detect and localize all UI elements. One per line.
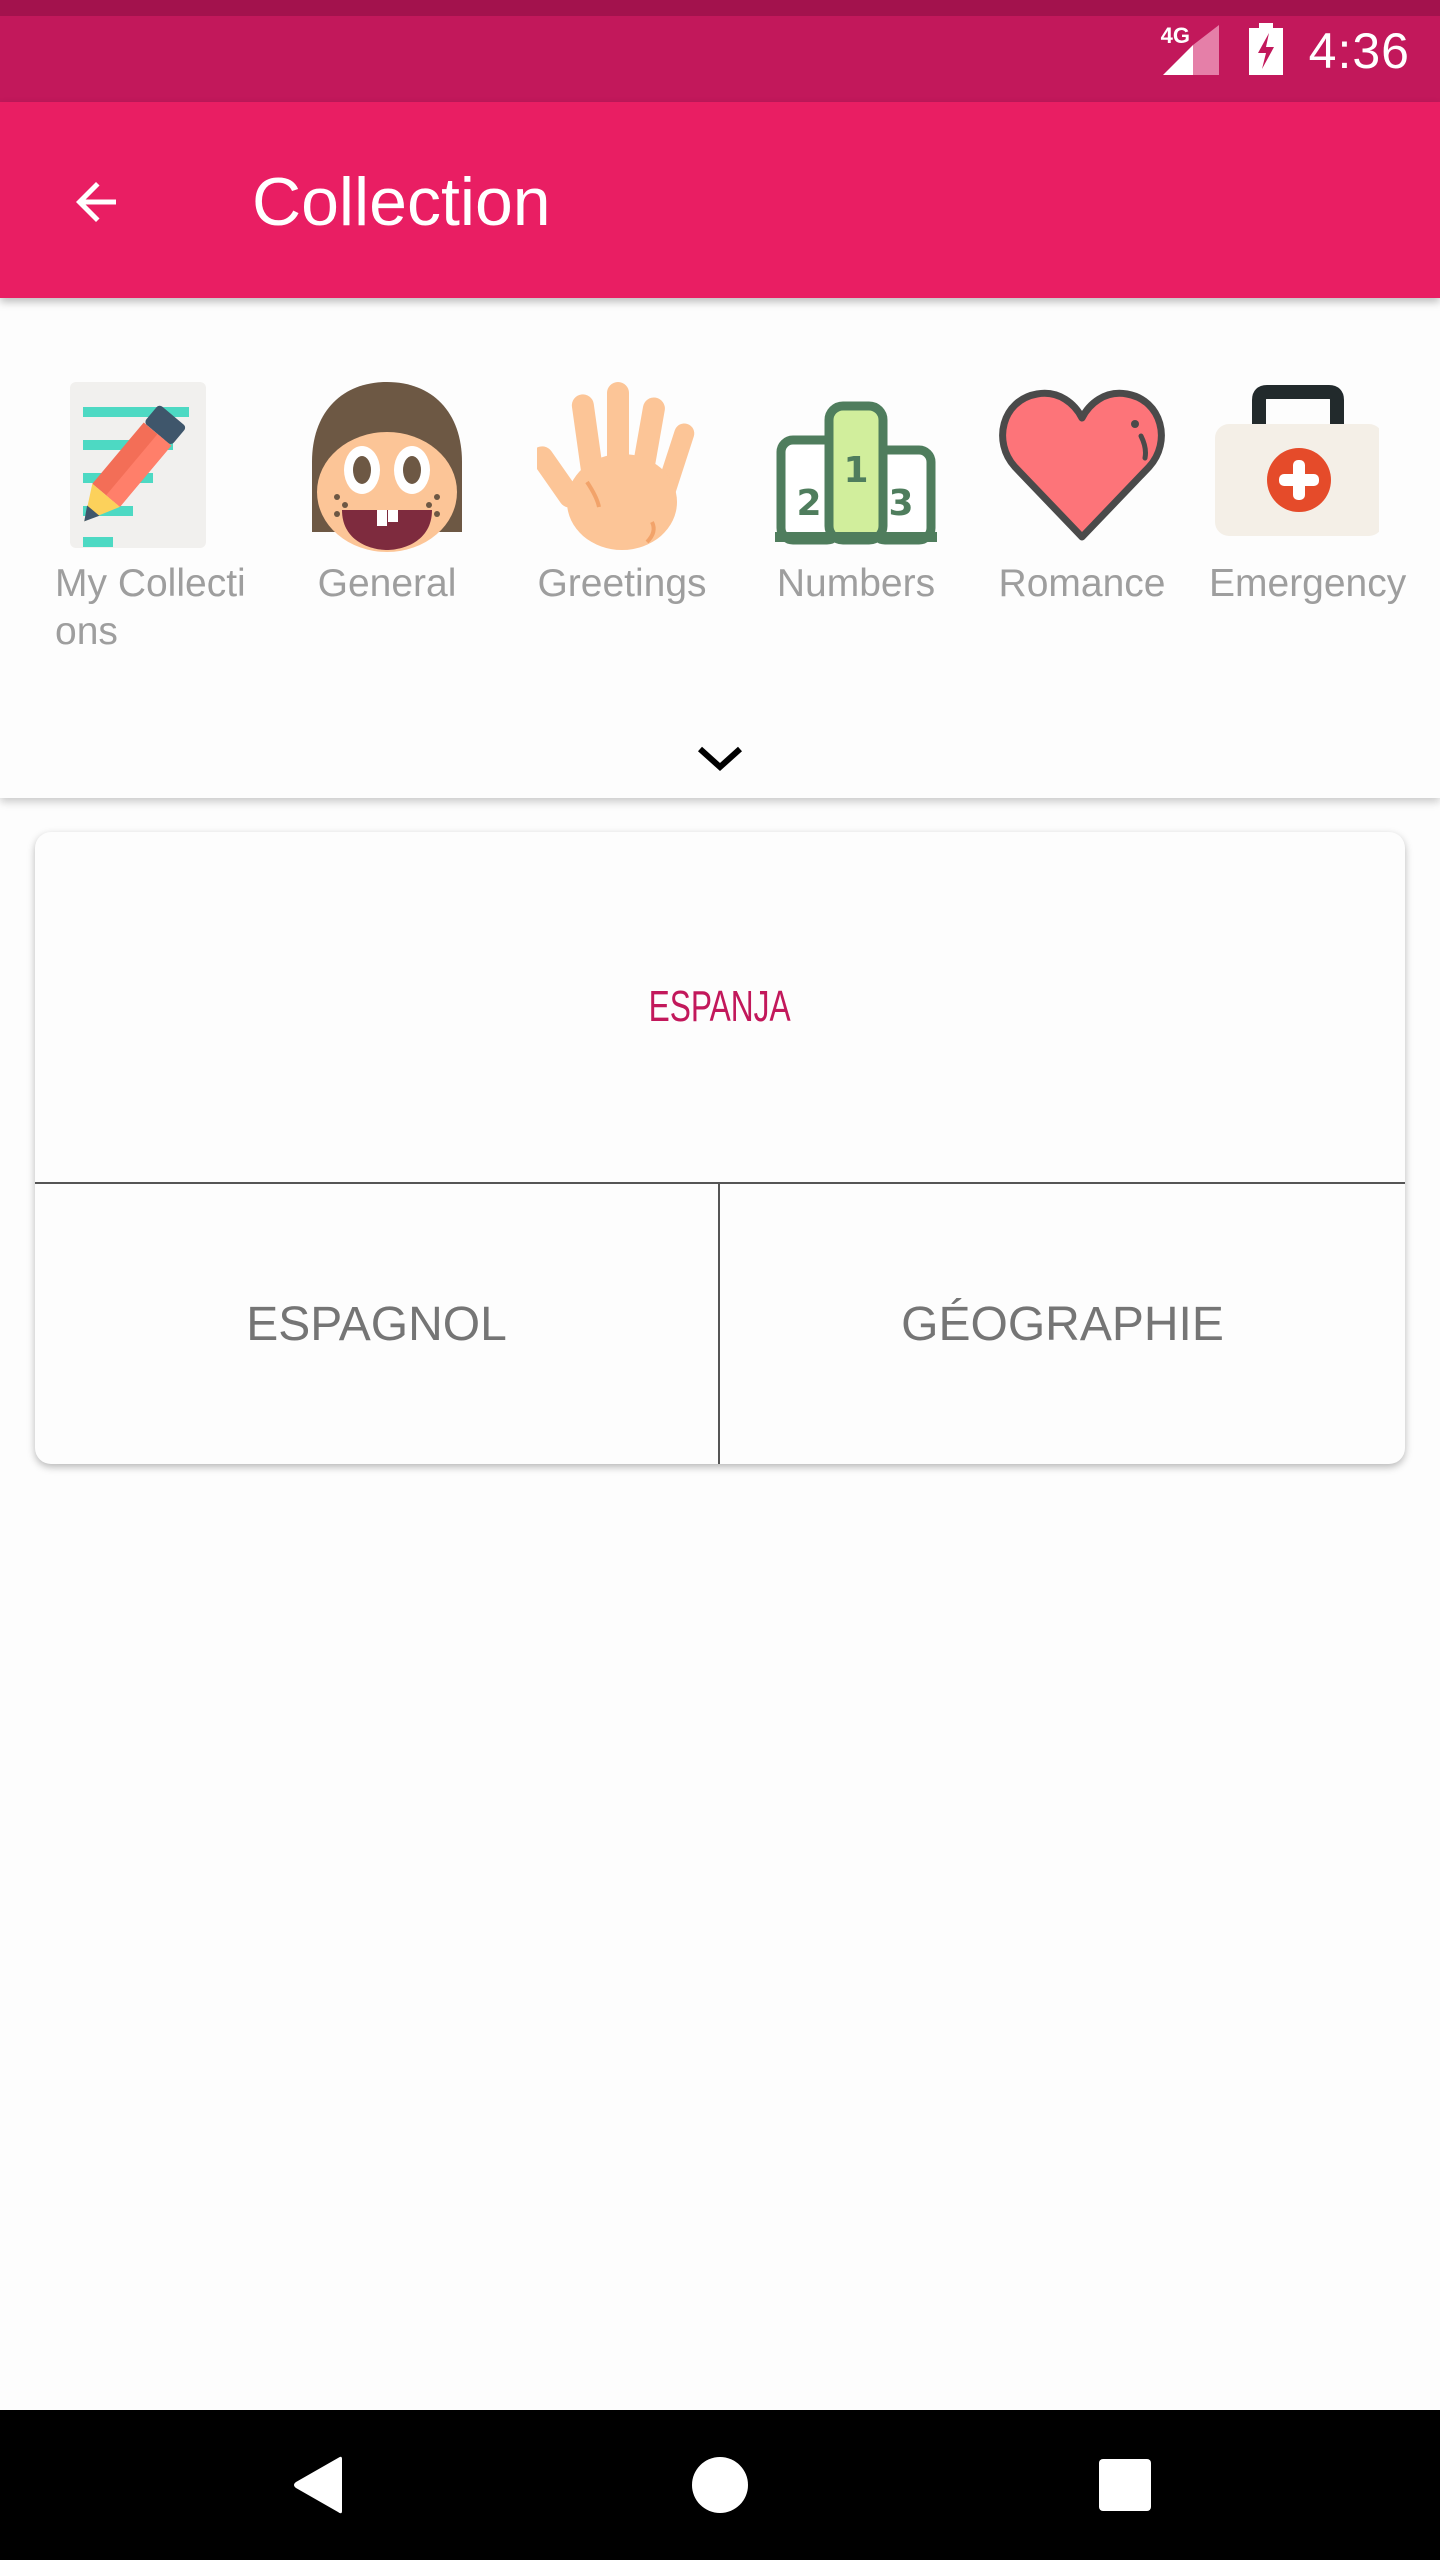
page-title: Collection (252, 164, 551, 240)
circle-home-icon (692, 2457, 748, 2513)
category-romance[interactable]: Romance (982, 382, 1182, 608)
category-label: Emergency (1209, 562, 1407, 605)
category-emergency[interactable]: Emergency (1209, 382, 1409, 608)
category-my-collections[interactable]: My Collections (55, 382, 255, 656)
back-button[interactable] (56, 162, 136, 242)
status-icons: 4G 4:36 (1160, 16, 1410, 86)
expand-categories-button[interactable] (680, 728, 760, 788)
app-bar: Collection (0, 102, 1440, 298)
answer-option[interactable]: GÉOGRAPHIE (720, 1184, 1405, 1464)
answer-option[interactable]: ESPAGNOL (35, 1184, 720, 1464)
waving-hand-icon (537, 382, 707, 552)
notes-pencil-icon (55, 382, 225, 552)
nav-recents-button[interactable] (1075, 2445, 1175, 2525)
first-aid-kit-icon (1209, 382, 1379, 552)
clock: 4:36 (1308, 23, 1410, 79)
chevron-down-icon (697, 746, 743, 772)
category-general[interactable]: General (287, 382, 487, 608)
answer-label: GÉOGRAPHIE (901, 1297, 1224, 1351)
category-greetings[interactable]: Greetings (522, 382, 722, 608)
screen: 4G 4:36 Collection My Collections Genera… (0, 0, 1440, 2560)
podium-icon: 2 1 3 (771, 382, 941, 552)
svg-text:1: 1 (843, 450, 868, 491)
category-label: My Collections (55, 562, 246, 653)
smiling-face-icon (302, 382, 472, 552)
category-numbers[interactable]: 2 1 3 Numbers (756, 382, 956, 608)
question-text: ESPANJA (648, 982, 792, 1031)
answer-label: ESPAGNOL (246, 1297, 507, 1351)
category-label: General (317, 562, 457, 605)
svg-text:2: 2 (796, 483, 821, 524)
status-bar: 4G 4:36 (0, 0, 1440, 102)
triangle-back-icon (294, 2456, 342, 2514)
arrow-back-icon (76, 182, 116, 222)
heart-icon (997, 382, 1167, 552)
signal-icon: 4G (1160, 23, 1223, 77)
battery-charging-icon (1248, 22, 1283, 80)
status-bar-strip (0, 0, 1440, 16)
nav-back-button[interactable] (268, 2445, 368, 2525)
category-strip: My Collections General Greetings 2 1 3 N… (0, 298, 1440, 798)
svg-text:3: 3 (888, 483, 913, 524)
category-label: Numbers (776, 562, 936, 605)
category-label: Romance (998, 562, 1166, 605)
network-type: 4G (1160, 23, 1191, 48)
category-label: Greetings (537, 562, 707, 605)
nav-home-button[interactable] (670, 2445, 770, 2525)
question-panel: ESPANJA (35, 832, 1405, 1184)
square-recents-icon (1099, 2459, 1151, 2511)
navigation-bar (0, 2410, 1440, 2560)
quiz-card: ESPANJA ESPAGNOL GÉOGRAPHIE (35, 832, 1405, 1464)
